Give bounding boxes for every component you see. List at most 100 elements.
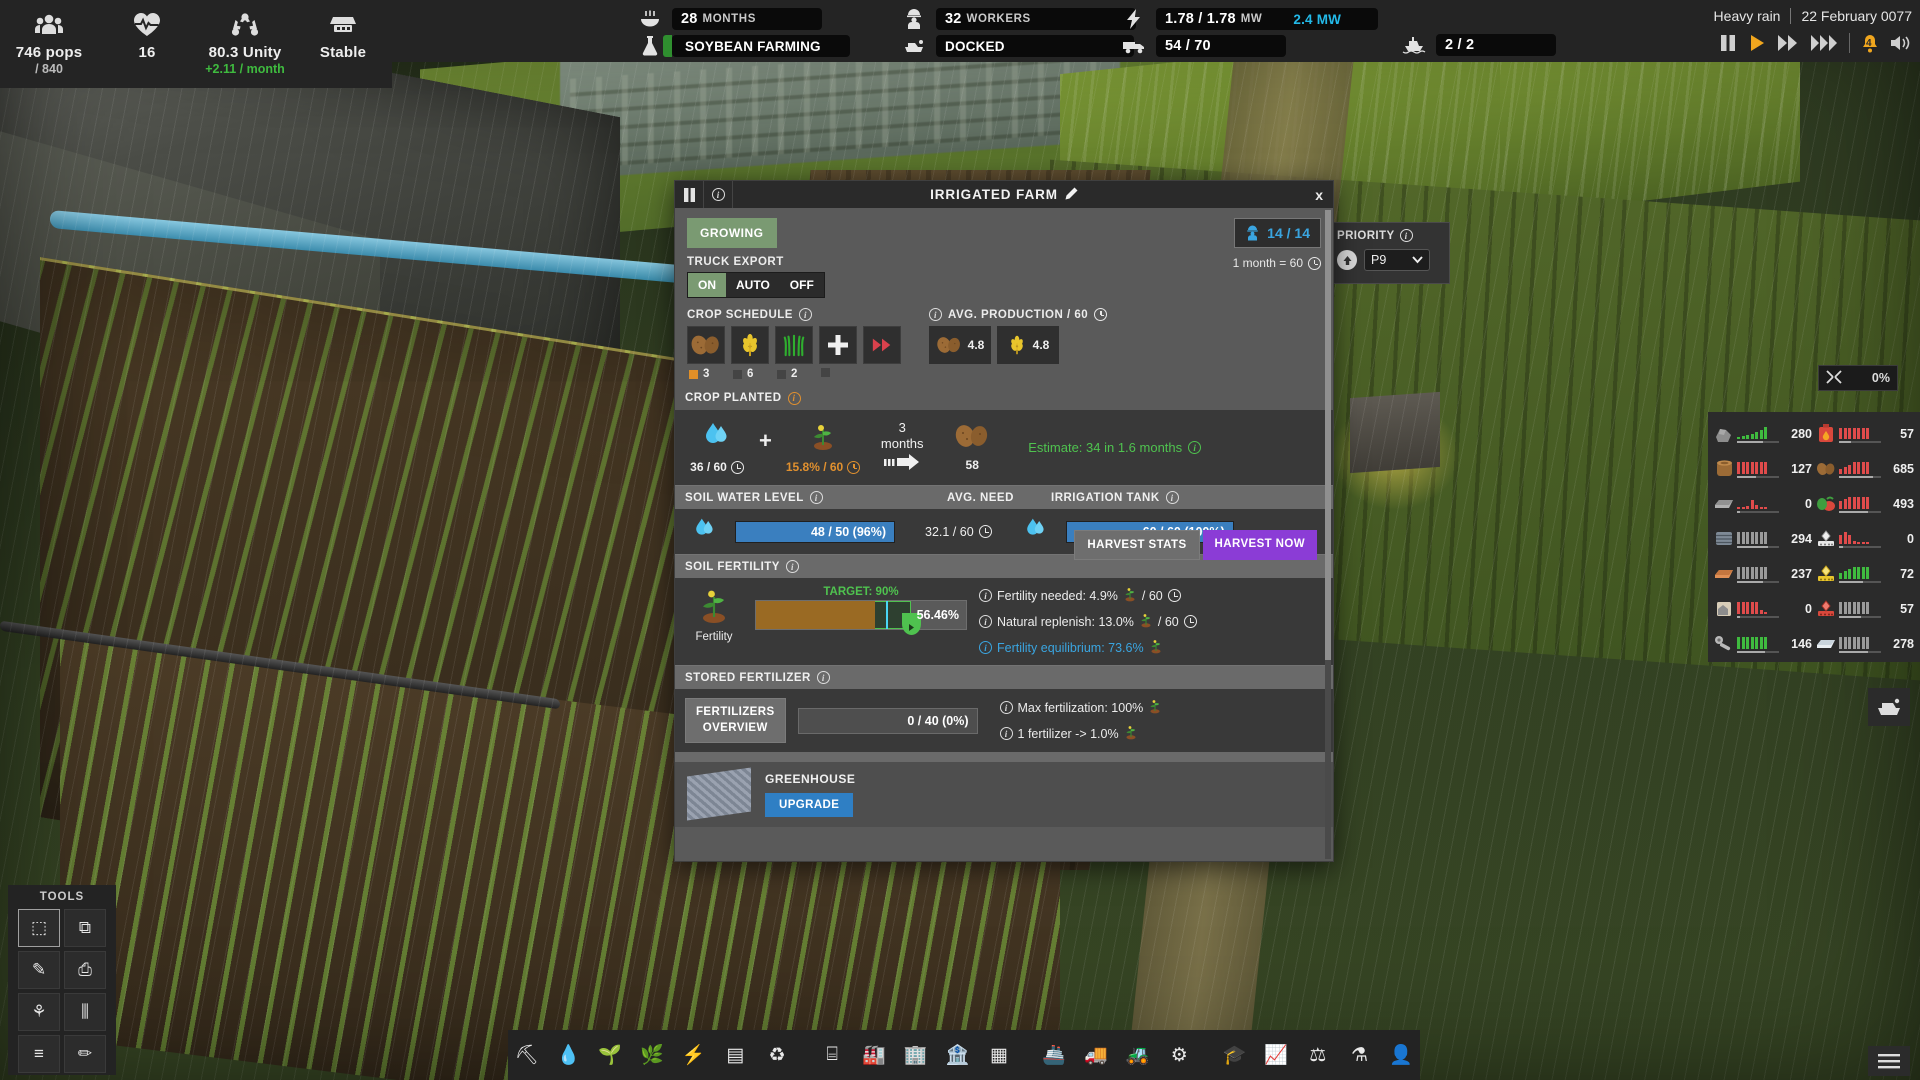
info-icon[interactable]: i xyxy=(1399,229,1413,242)
potato-icon[interactable] xyxy=(687,326,725,364)
toolbar-conveyor-button[interactable]: ⌸ xyxy=(813,1035,851,1075)
crop-slot-1[interactable]: 3 xyxy=(687,326,725,380)
info-icon[interactable]: i xyxy=(809,491,823,504)
resource-row[interactable]: 0 xyxy=(1714,592,1812,625)
info-icon[interactable]: i xyxy=(1188,441,1202,454)
info-icon[interactable]: i xyxy=(999,701,1013,715)
stat-power[interactable]: 1.78 / 1.78 MW 2.4 MW xyxy=(1120,8,1378,30)
crop-skip-button[interactable] xyxy=(863,326,901,364)
toolbar-forestry-button[interactable]: 🌿 xyxy=(633,1035,671,1075)
toolbar-education-button[interactable]: 🎓 xyxy=(1216,1035,1254,1075)
harvest-now-button[interactable]: HARVEST NOW xyxy=(1202,530,1317,560)
stat-trucks[interactable]: 54 / 70 xyxy=(1120,35,1378,57)
wheat-icon[interactable] xyxy=(731,326,769,364)
info-icon[interactable]: i xyxy=(929,308,942,321)
toolbar-maintenance-button[interactable]: ⚙ xyxy=(1160,1035,1198,1075)
vessels-pill[interactable]: 2 / 2 xyxy=(1436,34,1556,56)
resource-row[interactable]: 146 xyxy=(1714,627,1812,660)
fertility-bar[interactable]: 56.46% xyxy=(755,600,967,630)
dialog-pause-icon[interactable] xyxy=(675,181,703,208)
eyedropper-tool[interactable]: ✎ xyxy=(18,951,60,989)
dialog-scrollbar-track[interactable] xyxy=(1325,210,1331,859)
maintenance-badge[interactable]: 0% xyxy=(1818,365,1898,391)
play-button[interactable] xyxy=(1748,34,1766,52)
resource-row[interactable]: 280 xyxy=(1714,417,1812,450)
resource-row[interactable]: 0 xyxy=(1714,487,1812,520)
crop-slot-4[interactable] xyxy=(819,326,857,377)
menu-button[interactable] xyxy=(1868,1046,1910,1076)
toolbar-storage-button[interactable]: ▤ xyxy=(717,1035,755,1075)
resource-row[interactable]: 57 xyxy=(1816,417,1914,450)
fast-forward-button[interactable] xyxy=(1777,34,1799,52)
stat-vessels[interactable]: 2 / 2 xyxy=(1400,34,1556,56)
stamp-tool[interactable]: ⎙ xyxy=(64,951,106,989)
terrain-tool[interactable]: ⚘ xyxy=(18,993,60,1031)
toolbar-water-drop-button[interactable]: 💧 xyxy=(550,1035,588,1075)
info-icon[interactable]: i xyxy=(816,671,830,684)
stat-research[interactable]: SOYBEAN FARMING xyxy=(636,35,850,57)
priority-select[interactable]: P9 xyxy=(1364,249,1430,271)
dialog-scrollbar-thumb[interactable] xyxy=(1325,210,1331,660)
stored-fertilizer-bar[interactable]: 0 / 40 (0%) xyxy=(797,707,978,734)
grass-icon[interactable] xyxy=(775,326,813,364)
edit-tool[interactable]: ✏ xyxy=(64,1035,106,1073)
toolbar-excavator-button[interactable]: 🚜 xyxy=(1119,1035,1157,1075)
trucks-pill[interactable]: 54 / 70 xyxy=(1156,35,1286,57)
toolbar-warehouse-button[interactable]: ▦ xyxy=(980,1035,1018,1075)
toolbar-recycle-button[interactable]: ♻ xyxy=(758,1035,796,1075)
info-icon[interactable]: i xyxy=(787,391,801,405)
crop-slot-3[interactable]: 2 xyxy=(775,326,813,380)
info-icon[interactable]: i xyxy=(979,589,992,602)
info-icon[interactable]: i xyxy=(999,727,1013,741)
resource-row[interactable]: 72 xyxy=(1816,557,1914,590)
resource-row[interactable]: 493 xyxy=(1816,487,1914,520)
toolbar-farming-button[interactable]: 🌱 xyxy=(591,1035,629,1075)
toolbar-factory-button[interactable]: 🏭 xyxy=(855,1035,893,1075)
fertilizers-overview-button[interactable]: FERTILIZERS OVERVIEW xyxy=(685,698,786,744)
power-pill[interactable]: 1.78 / 1.78 MW 2.4 MW xyxy=(1156,8,1378,30)
stat-stability[interactable]: Stable xyxy=(294,8,392,62)
stat-population[interactable]: 746 pops / 840 xyxy=(0,8,98,76)
priority-increase-button[interactable] xyxy=(1337,250,1357,270)
workers-pill[interactable]: 32 WORKERS xyxy=(936,8,1136,30)
research-pill[interactable]: SOYBEAN FARMING xyxy=(663,35,850,57)
resource-row[interactable]: 57 xyxy=(1816,592,1914,625)
pencil-icon[interactable] xyxy=(1065,187,1078,203)
toolbar-housing-button[interactable]: 🏦 xyxy=(938,1035,976,1075)
stat-workers[interactable]: 32 WORKERS xyxy=(900,8,1136,30)
toolbar-power-button[interactable]: ⚡ xyxy=(675,1035,713,1075)
stat-ship[interactable]: DOCKED xyxy=(900,35,1136,57)
resource-row[interactable]: 278 xyxy=(1816,627,1914,660)
fast-forward-icon[interactable] xyxy=(863,326,901,364)
trade-button[interactable] xyxy=(1868,688,1910,726)
copy-tool[interactable]: ⧉ xyxy=(64,909,106,947)
resource-row[interactable]: 127 xyxy=(1714,452,1812,485)
layers-tool[interactable]: ≡ xyxy=(18,1035,60,1073)
toolbar-statistics-button[interactable]: 📈 xyxy=(1257,1035,1295,1075)
ultra-speed-button[interactable] xyxy=(1810,34,1838,52)
toolbar-port-button[interactable]: 🚢 xyxy=(1035,1035,1073,1075)
truck-export-option-off[interactable]: OFF xyxy=(779,273,824,297)
info-icon[interactable]: i xyxy=(785,560,799,573)
truck-export-option-on[interactable]: ON xyxy=(688,273,726,297)
select-area-tool[interactable]: ⬚ xyxy=(18,909,60,947)
sound-icon[interactable] xyxy=(1890,34,1910,52)
dialog-info-icon[interactable]: i xyxy=(704,181,732,208)
soil-water-bar[interactable]: 48 / 50 (96%) xyxy=(735,520,895,543)
resource-row[interactable]: 0 xyxy=(1816,522,1914,555)
resource-row[interactable]: 294 xyxy=(1714,522,1812,555)
dialog-close-button[interactable]: x xyxy=(1315,187,1323,203)
info-icon[interactable]: i xyxy=(1165,491,1179,504)
toolbar-building-button[interactable]: 🏢 xyxy=(897,1035,935,1075)
info-icon[interactable]: i xyxy=(979,615,992,628)
stat-health[interactable]: 16 xyxy=(98,8,196,62)
toolbar-trade-balance-button[interactable]: ⚖ xyxy=(1299,1035,1337,1075)
food-pill[interactable]: 28 MONTHS xyxy=(672,8,822,30)
toolbar-research-button[interactable]: ⚗ xyxy=(1341,1035,1379,1075)
worker-count-box[interactable]: 14 / 14 xyxy=(1234,218,1321,248)
toolbar-vehicle-depot-button[interactable]: 🚚 xyxy=(1077,1035,1115,1075)
toolbar-people-button[interactable]: 👤 xyxy=(1382,1035,1420,1075)
resource-row[interactable]: 685 xyxy=(1816,452,1914,485)
notifications-bell-icon[interactable]: 4 xyxy=(1861,34,1879,53)
harvest-stats-button[interactable]: HARVEST STATS xyxy=(1074,530,1200,560)
